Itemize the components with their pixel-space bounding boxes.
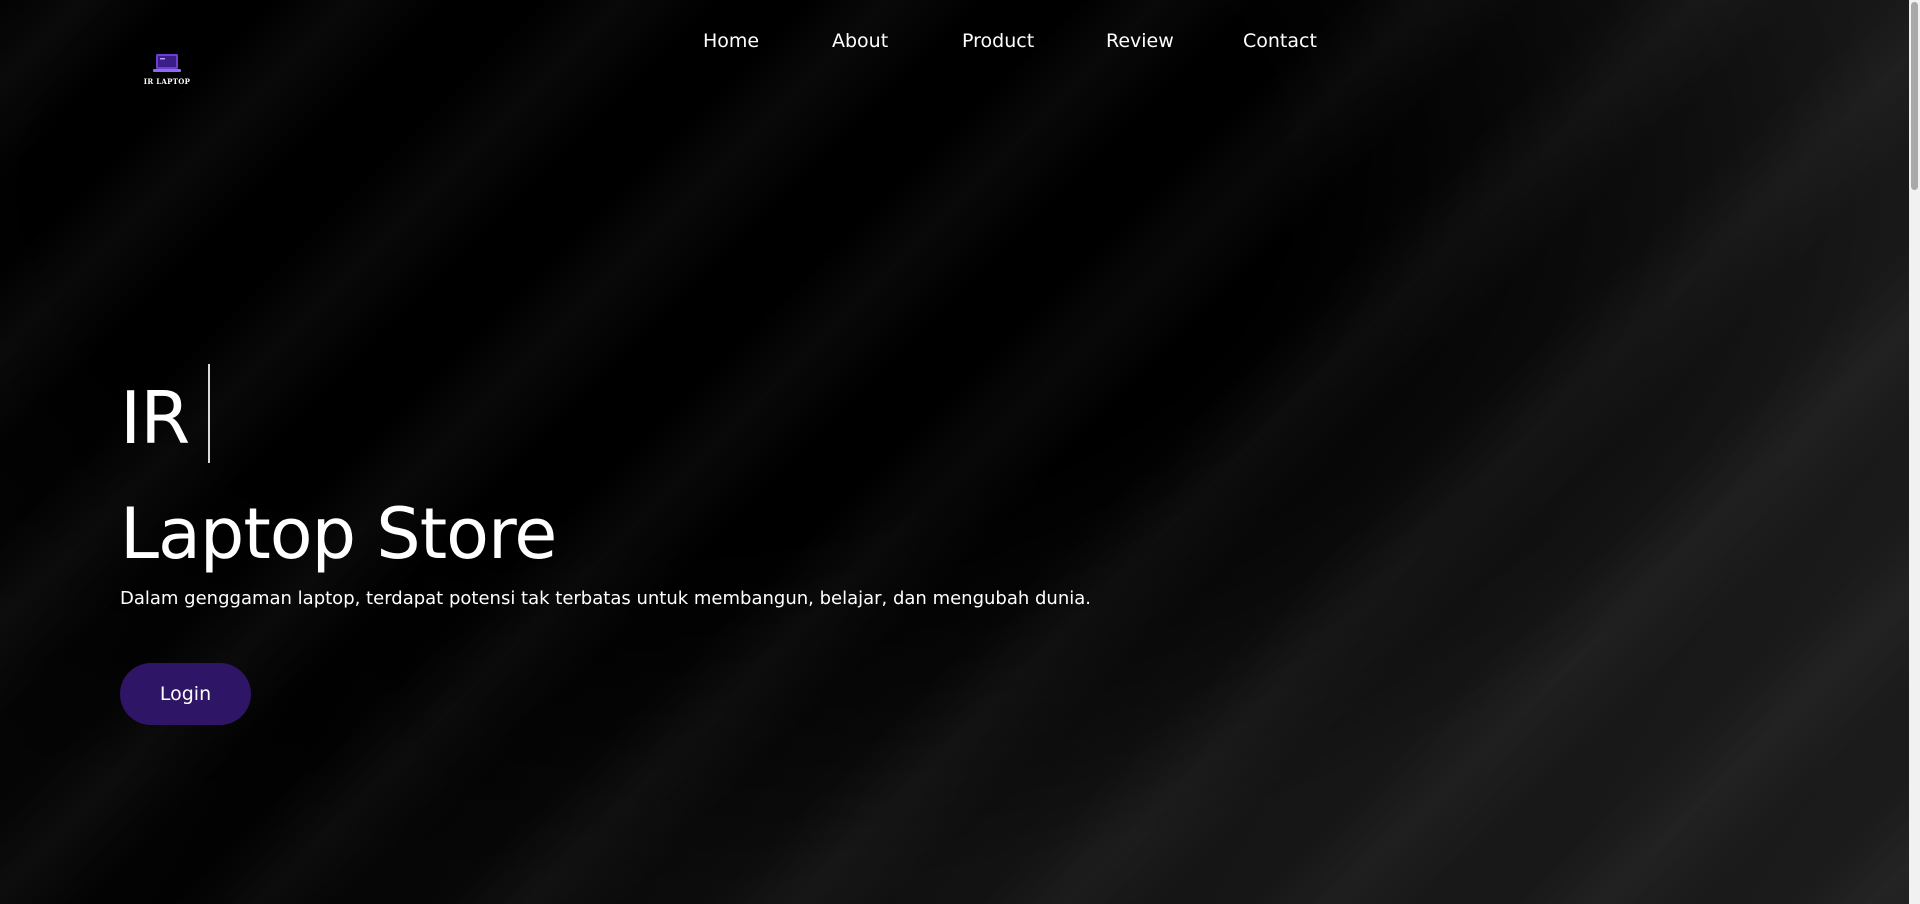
typing-cursor [208,364,210,463]
page-scrollbar[interactable] [1909,0,1920,904]
brand-name: IR LAPTOP [143,77,191,86]
login-button[interactable]: Login [120,663,251,725]
nav-home[interactable]: Home [703,28,759,54]
nav-contact[interactable]: Contact [1243,28,1317,54]
nav-review[interactable]: Review [1106,28,1174,54]
nav-about[interactable]: About [832,28,888,54]
laptop-icon [153,54,181,72]
brand-tagline: · · · · · · · · [152,86,182,90]
brand-logo[interactable]: IR LAPTOP · · · · · · · · [143,52,191,92]
hero-typed-text: IR [120,376,190,460]
scrollbar-thumb[interactable] [1911,2,1918,190]
hero-background [0,0,1909,904]
hero-subtitle: Dalam genggaman laptop, terdapat potensi… [120,588,1091,609]
nav-product[interactable]: Product [962,28,1034,54]
hero-title: Laptop Store [120,493,557,575]
